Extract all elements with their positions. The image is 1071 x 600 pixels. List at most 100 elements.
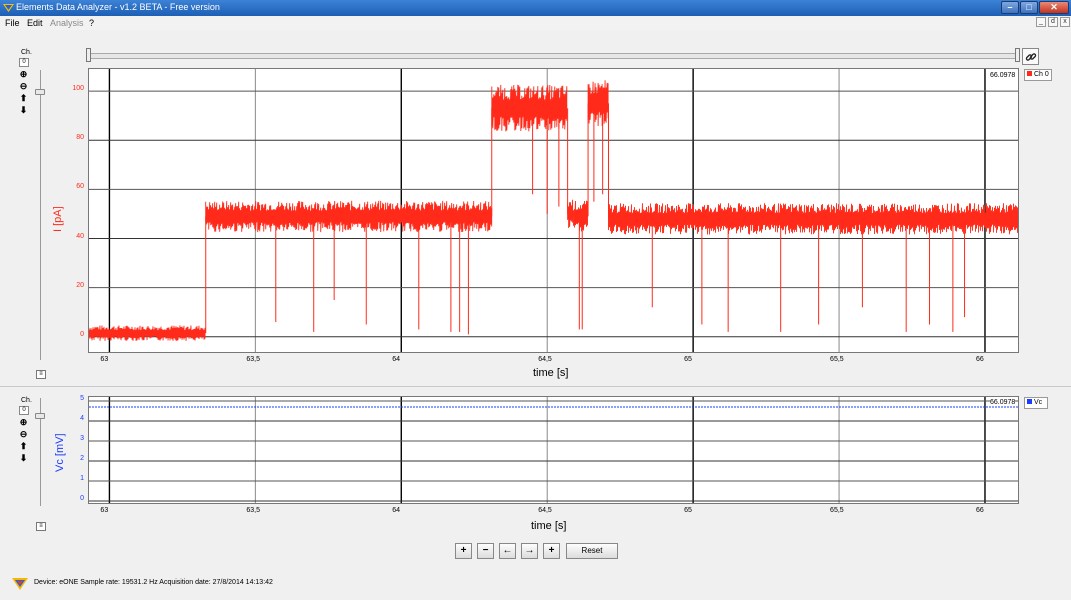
arrow-left-icon: ← — [502, 545, 513, 556]
voltage-y-tick-label: 1 — [80, 475, 84, 482]
current-x-tick-label: 63,5 — [246, 356, 260, 363]
voltage-legend[interactable]: Vc — [1024, 397, 1048, 409]
current-y-tick-label: 80 — [76, 134, 84, 142]
zoom-fit-icon: + — [548, 545, 555, 556]
voltage-y-tick-label: 0 — [80, 495, 84, 502]
voltage-y-tick-label: 2 — [80, 455, 84, 462]
zoom-out-icon: ⊖ — [19, 81, 28, 91]
voltage-plot-svg — [89, 397, 1018, 503]
status-text: Device: eONE Sample rate: 19531.2 Hz Acq… — [34, 579, 273, 586]
voltage-x-tick-label: 63,5 — [246, 507, 260, 514]
top-vertical-slider-knob[interactable] — [35, 89, 45, 95]
mdi-restore-button[interactable]: d — [1048, 17, 1058, 27]
link-icon — [1025, 53, 1036, 61]
legend-label-vc: Vc — [1034, 399, 1043, 406]
top-panel-menu-icon[interactable]: ≡ — [36, 370, 46, 379]
current-x-tick-label: 66 — [975, 356, 984, 363]
current-trace-segment — [89, 325, 206, 341]
arrow-down-icon: ⬇ — [19, 105, 28, 115]
pan-left-button[interactable]: ← — [499, 543, 516, 559]
zoom-in-icon: ⊕ — [19, 417, 28, 427]
current-y-tick-label: 20 — [76, 281, 84, 289]
current-trace-segment — [491, 84, 568, 132]
zoom-fit-button[interactable]: + — [543, 543, 560, 559]
current-trace-segment — [205, 200, 493, 233]
legend-swatch-vc — [1027, 399, 1032, 404]
zoom-out-x-button[interactable]: − — [477, 543, 494, 559]
range-handle-right[interactable] — [1015, 48, 1020, 62]
current-y-tick-label: 0 — [80, 330, 84, 338]
current-x-axis-title: time [s] — [533, 367, 569, 379]
bottom-channel-selector[interactable]: 0 — [19, 406, 29, 415]
voltage-x-tick-label: 65,5 — [830, 507, 844, 514]
current-trace-segment — [587, 80, 609, 127]
voltage-y-axis-title: Vc [mV] — [54, 433, 66, 472]
device-logo-icon — [12, 578, 28, 590]
menu-edit[interactable]: Edit — [27, 18, 43, 28]
bottom-pan-down-button[interactable]: ⬇ — [18, 453, 29, 464]
minimize-button[interactable]: – — [1001, 1, 1019, 14]
arrow-up-icon: ⬆ — [19, 441, 28, 451]
current-y-tick-label: 60 — [76, 183, 84, 191]
current-x-tick-label: 64,5 — [538, 356, 552, 363]
current-x-tick-label: 65,5 — [830, 356, 844, 363]
voltage-x-tick-label: 66 — [975, 507, 984, 514]
current-plot[interactable] — [88, 68, 1019, 353]
current-plot-svg — [89, 69, 1018, 352]
bottom-pan-up-button[interactable]: ⬆ — [18, 441, 29, 452]
pan-right-button[interactable]: → — [521, 543, 538, 559]
top-zoom-in-button[interactable]: ⊕ — [18, 69, 29, 80]
maximize-button[interactable]: □ — [1020, 1, 1038, 14]
current-x-tick-label: 65 — [684, 356, 692, 363]
link-axes-button[interactable] — [1022, 48, 1039, 65]
zoom-out-icon: − — [482, 545, 489, 556]
current-y-axis-title: I [pA] — [52, 206, 64, 232]
bottom-zoom-out-button[interactable]: ⊖ — [18, 429, 29, 440]
panel-separator — [0, 386, 1071, 387]
top-channel-label: Ch. — [21, 49, 32, 56]
legend-swatch-ch0 — [1027, 71, 1032, 76]
current-y-tick-label: 100 — [72, 85, 84, 93]
reset-button[interactable]: Reset — [566, 543, 618, 559]
title-bar: Elements Data Analyzer - v1.2 BETA - Fre… — [0, 0, 1071, 16]
voltage-y-tick-label: 3 — [80, 435, 84, 442]
bottom-vertical-slider-knob[interactable] — [35, 413, 45, 419]
voltage-x-axis-title: time [s] — [531, 520, 567, 532]
voltage-y-tick-label: 4 — [80, 415, 84, 422]
voltage-x-tick-label: 64 — [392, 507, 401, 514]
zoom-in-icon: + — [460, 545, 467, 556]
range-handle-left[interactable] — [86, 48, 91, 62]
current-x-tick-label: 63 — [100, 356, 109, 363]
top-pan-up-button[interactable]: ⬆ — [18, 93, 29, 104]
current-trace-segment — [573, 200, 588, 232]
bottom-panel-menu-icon[interactable]: ≡ — [36, 522, 46, 531]
zoom-in-x-button[interactable]: + — [455, 543, 472, 559]
time-range-slider[interactable] — [88, 53, 1018, 59]
mdi-close-button[interactable]: x — [1060, 17, 1070, 27]
current-cursor-readout: 66.0978 — [990, 72, 1016, 79]
voltage-cursor-readout: 66.0978 — [990, 399, 1016, 406]
voltage-x-tick-label: 65 — [684, 507, 692, 514]
close-button[interactable]: ✕ — [1039, 1, 1069, 14]
zoom-out-icon: ⊖ — [19, 429, 28, 439]
current-trace-segment — [567, 199, 574, 229]
mdi-minimize-button[interactable]: _ — [1036, 17, 1046, 27]
bottom-zoom-in-button[interactable]: ⊕ — [18, 417, 29, 428]
voltage-plot[interactable] — [88, 396, 1019, 504]
menu-file[interactable]: File — [5, 18, 20, 28]
top-channel-selector[interactable]: 0 — [19, 58, 29, 67]
top-pan-down-button[interactable]: ⬇ — [18, 105, 29, 116]
top-zoom-out-button[interactable]: ⊖ — [18, 81, 29, 92]
menu-help[interactable]: ? — [89, 18, 94, 28]
voltage-y-tick-label: 5 — [80, 395, 84, 402]
app-logo-icon — [3, 4, 14, 12]
current-x-tick-label: 64 — [392, 356, 401, 363]
voltage-x-tick-label: 64,5 — [538, 507, 552, 514]
zoom-in-icon: ⊕ — [19, 69, 28, 79]
mdi-controls: _ d x — [1036, 17, 1070, 28]
voltage-x-tick-label: 63 — [100, 507, 109, 514]
current-legend[interactable]: Ch 0 — [1024, 69, 1052, 81]
arrow-right-icon: → — [524, 545, 535, 556]
top-vertical-slider-track[interactable] — [40, 70, 41, 360]
menu-analysis[interactable]: Analysis — [50, 18, 84, 28]
